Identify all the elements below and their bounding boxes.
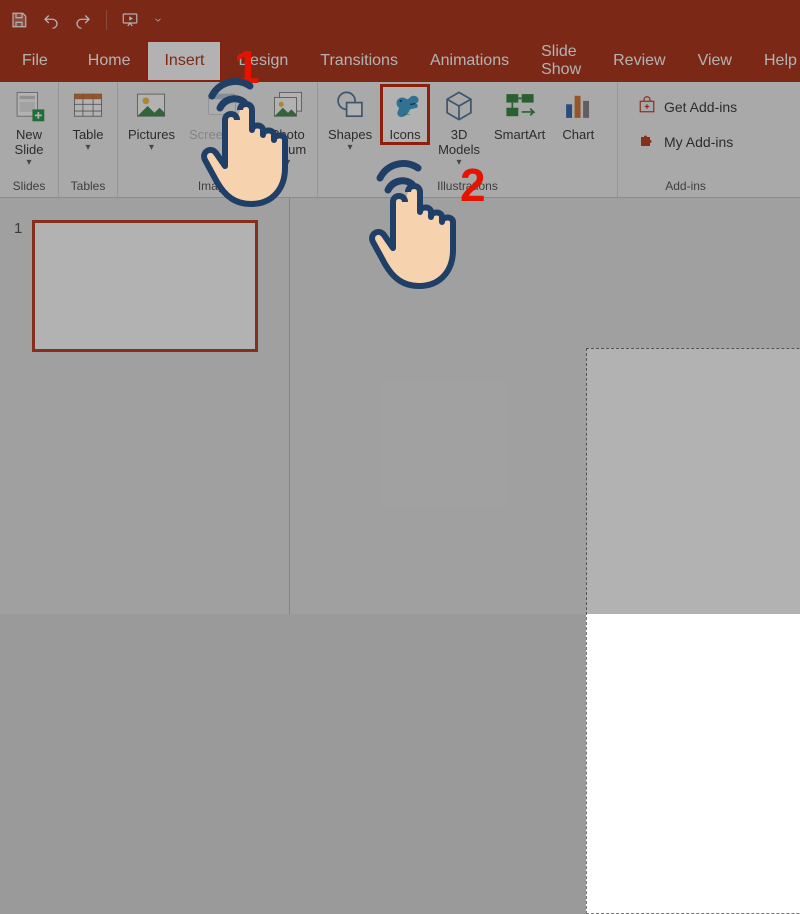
tab-view[interactable]: View [682, 40, 748, 82]
my-addins-button[interactable]: My Add-ins [638, 131, 737, 152]
icons-label: Icons [390, 128, 421, 143]
chevron-down-icon: ▾ [85, 143, 90, 153]
group-label-addins: Add-ins [624, 179, 747, 195]
slide-canvas[interactable] [586, 348, 800, 914]
thumbnail-row[interactable]: 1 [14, 220, 275, 352]
chevron-down-icon: ▾ [348, 143, 353, 153]
shapes-button[interactable]: Shapes ▾ [324, 86, 376, 153]
chart-button[interactable]: Chart [555, 86, 601, 143]
new-slide-button[interactable]: New Slide ▾ [6, 86, 52, 168]
tab-slideshow[interactable]: Slide Show [525, 40, 597, 82]
chart-icon [560, 88, 596, 124]
chevron-down-icon: ▾ [149, 143, 154, 153]
photo-album-button[interactable]: Photo Album ▾ [265, 86, 311, 168]
photo-album-label: Photo Album [269, 128, 306, 158]
group-label-images: Images [124, 179, 311, 195]
3d-models-label: 3D Models [438, 128, 480, 158]
tab-animations[interactable]: Animations [414, 40, 525, 82]
quick-access-toolbar [0, 0, 800, 40]
screenshot-label: Screenshot [189, 128, 255, 143]
shapes-label: Shapes [328, 128, 372, 143]
chevron-down-icon: ▾ [26, 158, 31, 168]
shapes-icon [332, 88, 368, 124]
slide-thumbnail-1[interactable] [32, 220, 258, 352]
workspace: 1 [0, 198, 800, 614]
chart-label: Chart [562, 128, 594, 143]
save-icon[interactable] [10, 11, 28, 29]
store-icon [638, 96, 656, 117]
new-slide-icon [11, 88, 47, 124]
qat-customize-icon[interactable] [153, 11, 163, 29]
ribbon-group-images: Pictures ▾ Screenshot Photo Album ▾ Imag… [118, 82, 318, 197]
tab-insert[interactable]: Insert [146, 40, 222, 82]
undo-icon[interactable] [42, 11, 60, 29]
slide-thumbnail-panel[interactable]: 1 [0, 198, 290, 614]
thumbnail-number: 1 [14, 220, 22, 352]
ribbon-insert: New Slide ▾ Slides Table ▾ Tables [0, 82, 800, 198]
pictures-button[interactable]: Pictures ▾ [124, 86, 179, 153]
3d-models-button[interactable]: 3D Models ▾ [434, 86, 484, 168]
table-label: Table [72, 128, 103, 143]
icons-icon [387, 88, 423, 124]
pictures-label: Pictures [128, 128, 175, 143]
tab-file[interactable]: File [6, 40, 72, 82]
smartart-label: SmartArt [494, 128, 545, 143]
pictures-icon [133, 88, 169, 124]
new-slide-label: New Slide [15, 128, 44, 158]
table-button[interactable]: Table ▾ [65, 86, 111, 153]
group-label-illustrations: Illustrations [324, 179, 611, 195]
smartart-icon [502, 88, 538, 124]
group-label-tables: Tables [65, 179, 111, 195]
ribbon-group-illustrations: Shapes ▾ Icons 3D Models ▾ Smar [318, 82, 618, 197]
my-addins-label: My Add-ins [664, 134, 733, 150]
tab-help[interactable]: Help [748, 40, 800, 82]
chevron-down-icon: ▾ [285, 158, 290, 168]
get-addins-button[interactable]: Get Add-ins [638, 96, 737, 117]
ribbon-group-slides: New Slide ▾ Slides [0, 82, 59, 197]
qat-separator [106, 10, 107, 30]
smartart-button[interactable]: SmartArt [490, 86, 549, 143]
screenshot-button[interactable]: Screenshot [185, 86, 259, 143]
photo-album-icon [270, 88, 306, 124]
table-icon [70, 88, 106, 124]
tab-home[interactable]: Home [72, 40, 147, 82]
slideshow-icon[interactable] [121, 11, 139, 29]
chevron-down-icon: ▾ [457, 158, 462, 168]
icons-button[interactable]: Icons [382, 86, 428, 143]
slide-canvas-area[interactable] [290, 198, 800, 614]
screenshot-icon [204, 88, 240, 124]
tab-review[interactable]: Review [597, 40, 681, 82]
tab-transitions[interactable]: Transitions [304, 40, 414, 82]
ribbon-group-tables: Table ▾ Tables [59, 82, 118, 197]
ribbon-tabs: File Home Insert Design Transitions Anim… [0, 40, 800, 82]
ribbon-group-addins: Get Add-ins My Add-ins Add-ins [618, 82, 753, 197]
cube-icon [441, 88, 477, 124]
puzzle-icon [638, 131, 656, 152]
group-label-slides: Slides [6, 179, 52, 195]
get-addins-label: Get Add-ins [664, 99, 737, 115]
redo-icon[interactable] [74, 11, 92, 29]
tab-design[interactable]: Design [222, 40, 304, 82]
